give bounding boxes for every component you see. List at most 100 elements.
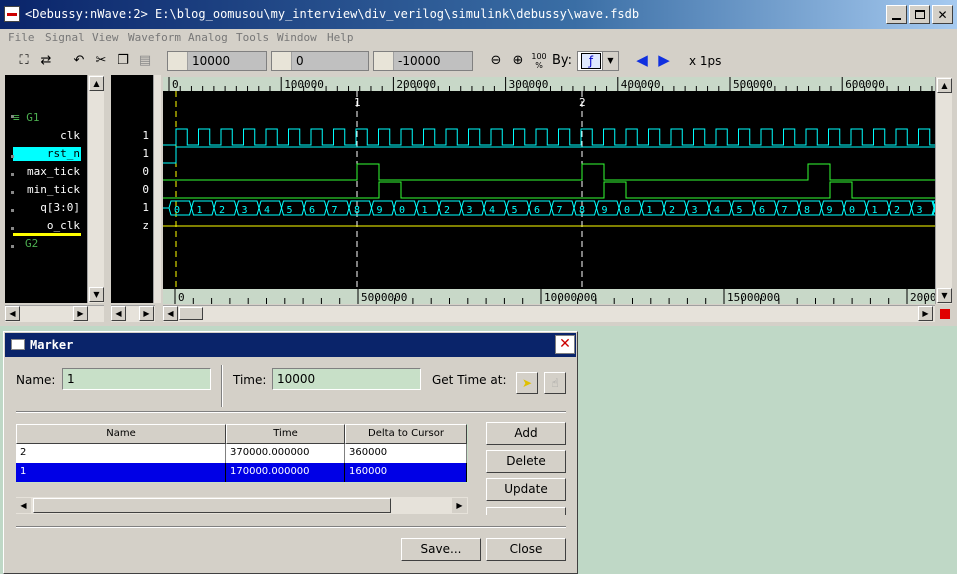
- search-backward-icon[interactable]: ◀: [633, 52, 651, 69]
- close-dialog-button[interactable]: Close: [486, 538, 566, 561]
- bus-value-label: 9: [602, 205, 608, 216]
- get-time-marker-button[interactable]: ☝: [544, 372, 566, 394]
- marker-table-hscrollbar[interactable]: ◀ ▶: [16, 497, 468, 514]
- scroll-right-icon[interactable]: ▶: [73, 306, 88, 321]
- scroll-right-icon[interactable]: ▶: [452, 498, 467, 513]
- top-time-ruler[interactable]: [163, 77, 935, 91]
- get-time-cursor-button[interactable]: ➤: [516, 372, 538, 394]
- value-clk: 1: [142, 129, 149, 142]
- marker-dialog-titlebar[interactable]: Marker ✕: [5, 333, 576, 357]
- signal-value-pane[interactable]: 1 1 0 0 1 z: [111, 75, 153, 303]
- reload-icon[interactable]: ⇄: [37, 52, 55, 69]
- waveform-canvas[interactable]: 0 100000 200000 300000 400000 500000 600000 0 1…: [163, 77, 935, 289]
- menu-tools[interactable]: Tools: [236, 31, 269, 44]
- hscroll-thumb[interactable]: [179, 307, 203, 320]
- stop-indicator-icon[interactable]: [940, 309, 950, 319]
- scroll-down-icon[interactable]: ▼: [89, 287, 104, 302]
- signal-name-max-tick[interactable]: max_tick: [10, 165, 80, 178]
- close-button[interactable]: ✕: [932, 5, 953, 24]
- paste-icon[interactable]: ▤: [136, 52, 154, 69]
- minimize-button[interactable]: [886, 5, 907, 24]
- bus-value-label: 4: [264, 205, 270, 216]
- scroll-up-icon[interactable]: ▲: [937, 78, 952, 93]
- search-forward-icon[interactable]: ▶: [655, 52, 673, 69]
- copy-icon[interactable]: ❐: [114, 52, 132, 69]
- search-by-select[interactable]: ƒ ▼: [577, 51, 619, 71]
- ruler-label: 300000: [509, 78, 549, 91]
- column-header-time[interactable]: Time: [226, 424, 345, 444]
- rst-n-waveform: [163, 146, 935, 164]
- bus-segment: [370, 200, 395, 216]
- partially-hidden-button[interactable]: [486, 507, 566, 515]
- marker-dialog-close-button[interactable]: ✕: [555, 335, 575, 354]
- bus-segment: [618, 200, 643, 216]
- column-header-name[interactable]: Name: [16, 424, 226, 444]
- menu-file[interactable]: File: [8, 31, 35, 44]
- bus-value-label: 6: [534, 205, 540, 216]
- scroll-right-icon[interactable]: ▶: [139, 306, 154, 321]
- scroll-left-icon[interactable]: ◀: [5, 306, 20, 321]
- scroll-left-icon[interactable]: ◀: [111, 306, 126, 321]
- delete-marker-button[interactable]: Delete: [486, 450, 566, 473]
- zoom-in-icon[interactable]: ⊕: [509, 52, 527, 69]
- bus-value-label: 3: [692, 205, 698, 216]
- open-file-icon[interactable]: ⛶: [15, 52, 33, 69]
- signal-name-min-tick[interactable]: min_tick: [10, 183, 80, 196]
- marker-name-input[interactable]: 1: [62, 368, 211, 390]
- waveform-pane[interactable]: 0 100000 200000 300000 400000 500000 600000 0 1…: [163, 77, 935, 289]
- scroll-up-icon[interactable]: ▲: [89, 76, 104, 91]
- marker-hand-icon: [272, 52, 292, 70]
- update-marker-button[interactable]: Update: [486, 478, 566, 501]
- maximize-button[interactable]: [909, 5, 930, 24]
- scroll-left-icon[interactable]: ◀: [16, 498, 31, 513]
- scroll-left-icon[interactable]: ◀: [163, 306, 178, 321]
- bus-segment: [505, 200, 530, 216]
- signal-name-q[interactable]: q[3:0]: [10, 201, 80, 214]
- cursor-time-field[interactable]: 10000: [167, 51, 267, 71]
- value-min-tick: 0: [142, 183, 149, 196]
- bottom-time-ruler[interactable]: 0 5000000 10000000 15000000 2000: [163, 289, 935, 304]
- scroll-down-icon[interactable]: ▼: [937, 288, 952, 303]
- signal-pane-hscrollbar[interactable]: ◀ ▶: [5, 305, 104, 322]
- save-button[interactable]: Save...: [401, 538, 481, 561]
- group-g2-label[interactable]: G2: [25, 237, 38, 250]
- menu-window[interactable]: Window: [277, 31, 317, 44]
- signal-name-clk[interactable]: clk: [10, 129, 80, 142]
- zoom-out-icon[interactable]: ⊖: [487, 52, 505, 69]
- signal-name-pane[interactable]: ≡ G1 clk rst_n max_tick min_tick q[3:0] …: [5, 75, 87, 303]
- name-label: Name:: [16, 373, 56, 387]
- signal-name-rst-n[interactable]: rst_n: [10, 147, 80, 160]
- bus-segment: [573, 200, 598, 216]
- waveform-hscrollbar[interactable]: ◀ ▶: [163, 305, 935, 322]
- value-pane-hscrollbar[interactable]: ◀ ▶: [111, 305, 155, 322]
- marker-time-field[interactable]: 0: [271, 51, 369, 71]
- menu-help[interactable]: Help: [327, 31, 354, 44]
- delta-time-field[interactable]: -10000: [373, 51, 473, 71]
- waveform-vscrollbar[interactable]: ▲ ▼: [935, 77, 952, 304]
- bus-value-label: 0: [849, 205, 855, 216]
- menu-signal[interactable]: Signal: [45, 31, 85, 44]
- value-pane-divider[interactable]: [153, 75, 161, 303]
- marker-time-input[interactable]: 10000: [272, 368, 421, 390]
- group-g1-label[interactable]: ≡ G1: [13, 111, 40, 124]
- column-header-delta[interactable]: Delta to Cursor: [345, 424, 467, 444]
- menu-analog[interactable]: Analog: [188, 31, 228, 44]
- window-title: <Debussy:nWave:2> E:\blog_oomusou\my_int…: [25, 7, 640, 21]
- insert-position-bar: [13, 233, 81, 236]
- window-titlebar[interactable]: <Debussy:nWave:2> E:\blog_oomusou\my_int…: [0, 0, 957, 29]
- hscroll-thumb[interactable]: [33, 498, 391, 513]
- cut-icon[interactable]: ✂: [92, 52, 110, 69]
- signal-name-o-clk[interactable]: o_clk: [10, 219, 80, 232]
- signal-pane-vscrollbar[interactable]: ▲ ▼: [87, 75, 104, 303]
- scroll-right-icon[interactable]: ▶: [918, 306, 933, 321]
- time-label: Time:: [233, 373, 267, 387]
- undo-icon[interactable]: ↶: [70, 52, 88, 69]
- add-marker-button[interactable]: Add: [486, 422, 566, 445]
- bus-segment: [438, 200, 463, 216]
- bus-segment: [235, 200, 260, 216]
- marker-table[interactable]: Name Time Delta to Cursor 2 370000.00000…: [16, 424, 468, 483]
- menu-view[interactable]: View: [92, 31, 119, 44]
- zoom-fit-icon[interactable]: 100 %: [530, 52, 548, 70]
- menu-waveform[interactable]: Waveform: [128, 31, 181, 44]
- get-time-at-label: Get Time at:: [432, 373, 507, 387]
